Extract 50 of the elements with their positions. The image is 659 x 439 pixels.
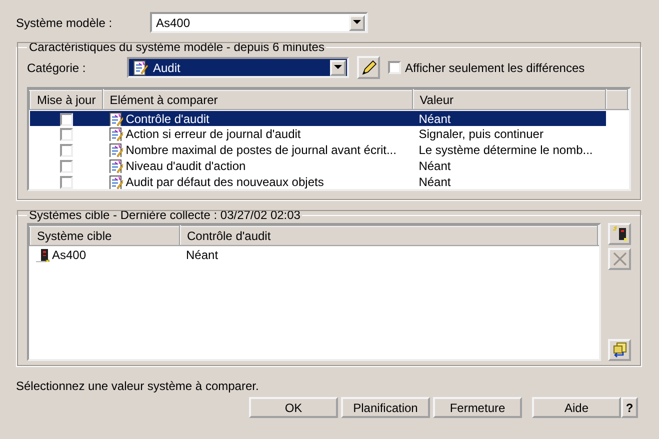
dropdown-value: Audit: [153, 60, 180, 76]
checkbox[interactable]: [60, 160, 73, 174]
item-name: Audit par défaut des nouveaux objets: [126, 175, 324, 189]
column-header[interactable]: Valeur: [412, 90, 606, 110]
checkbox[interactable]: [60, 144, 73, 158]
item-name: Niveau d'audit d'action: [126, 159, 246, 173]
dialog-button[interactable]: Planification: [341, 397, 430, 418]
group-title: Caractéristiques du système modèle - depuis 6 minutes: [28, 41, 326, 53]
table-cell-text: Néant: [418, 174, 452, 189]
table-cell-text: Le système détermine le nomb...: [418, 142, 594, 158]
checkbox[interactable]: [60, 128, 73, 142]
document-icon: [133, 60, 149, 76]
system-name: As400: [52, 248, 86, 262]
dialog-button[interactable]: OK: [249, 397, 338, 418]
column-header[interactable]: Système cible: [30, 226, 180, 246]
column-header[interactable]: Mise à jour: [30, 90, 103, 110]
table-cell: Signaler, puis continuer: [412, 126, 606, 142]
status-message: Sélectionnez une valeur système à comparer.: [16, 378, 260, 395]
checkbox-label: Afficher seulement les différences: [405, 60, 585, 76]
column-header[interactable]: Elément à comparer: [102, 90, 413, 110]
checkbox[interactable]: [388, 61, 401, 74]
close-icon: [612, 251, 628, 267]
table-cell: Néant: [412, 110, 606, 126]
category-dropdown[interactable]: Audit: [127, 57, 349, 78]
table-cell-text: Néant: [418, 158, 452, 174]
group-title: Systèmes cible - Dernière collecte : 03/27/02 02:03: [28, 209, 302, 221]
item-name: Action si erreur de journal d'audit: [126, 127, 301, 141]
field-label: Catégorie :: [27, 60, 87, 76]
column-header[interactable]: Contrôle d'audit: [180, 226, 598, 246]
model-system-dropdown[interactable]: As400: [150, 12, 368, 33]
server-icon: [612, 226, 628, 242]
document-icon: [108, 112, 123, 126]
document-icon: [108, 159, 123, 173]
dropdown-value: As400: [156, 14, 190, 32]
folder-arrow-icon: [612, 342, 628, 358]
checkbox[interactable]: [60, 176, 73, 189]
pencil-icon: [360, 60, 376, 76]
item-name: Nombre maximal de postes de journal avant écrit...: [126, 143, 396, 157]
item-name: Contrôle d'audit: [126, 112, 210, 126]
dialog-button[interactable]: Fermeture: [433, 397, 522, 418]
document-icon: [108, 127, 123, 141]
table-cell: Néant: [180, 246, 598, 262]
checkbox[interactable]: [60, 112, 73, 126]
document-icon: [108, 143, 123, 157]
dialog-button[interactable]: ?: [621, 397, 638, 418]
field-label: Système modèle :: [16, 14, 114, 32]
import-button[interactable]: [608, 339, 631, 361]
edit-button[interactable]: [357, 56, 380, 79]
dialog-button[interactable]: Aide: [532, 397, 621, 418]
add-system-button[interactable]: [608, 223, 631, 245]
